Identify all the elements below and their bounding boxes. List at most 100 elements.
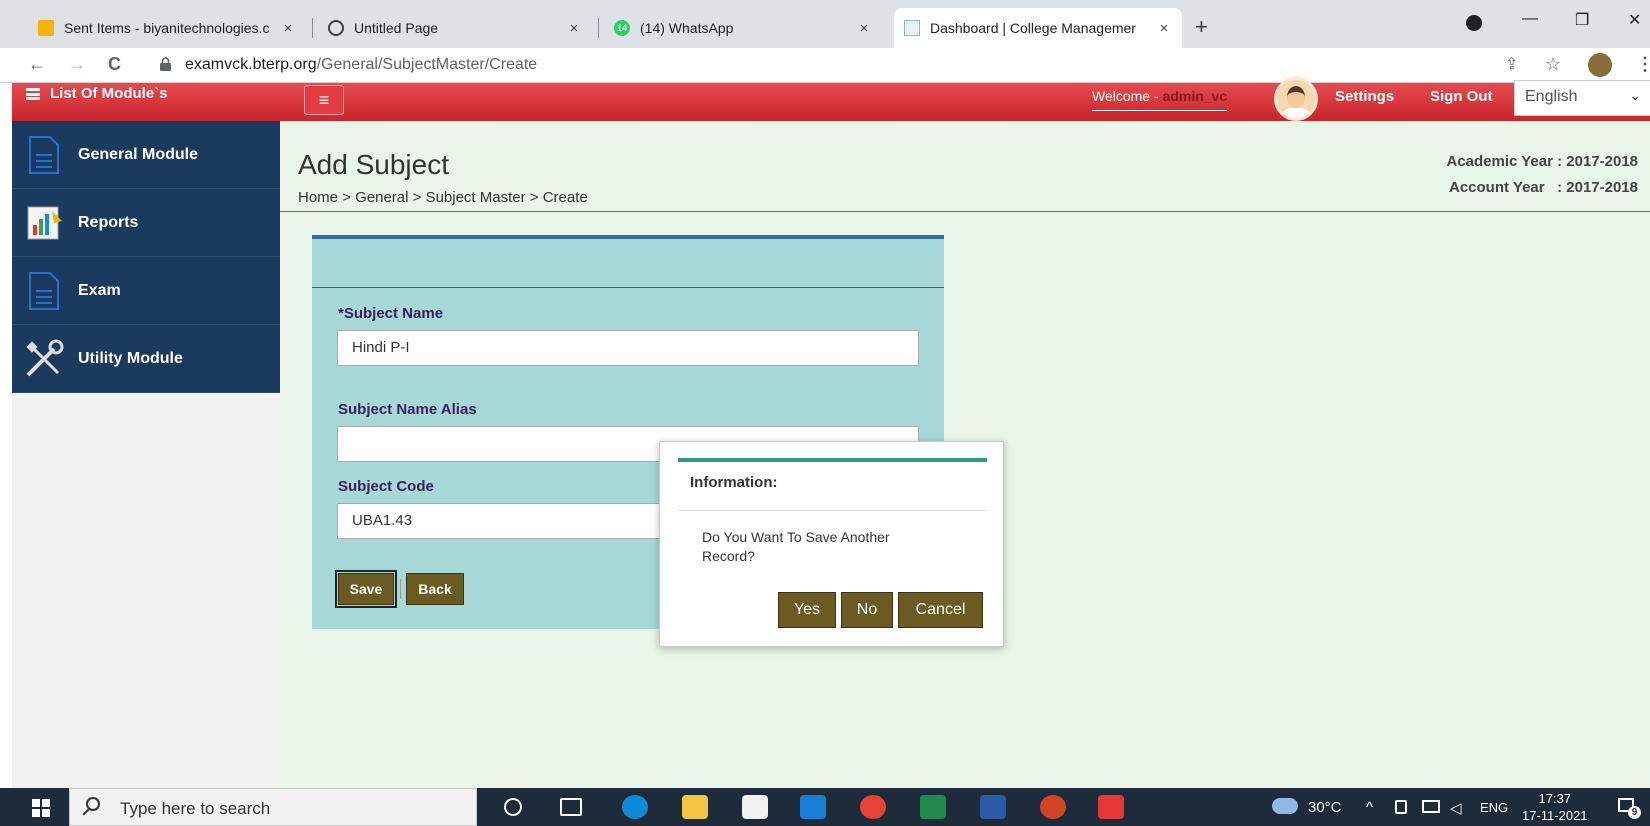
list-icon (26, 87, 40, 100)
mail-app-icon[interactable] (800, 795, 826, 819)
restore-button[interactable]: ❐ (1575, 10, 1589, 30)
form-divider (312, 287, 944, 288)
meet-now-icon[interactable] (1395, 800, 1407, 814)
close-window-button[interactable]: ✕ (1628, 10, 1641, 30)
file-explorer-icon[interactable] (682, 795, 708, 819)
tab-dashboard[interactable]: Dashboard | College Managemer × (894, 8, 1182, 48)
word-icon[interactable] (980, 795, 1006, 819)
back-button[interactable]: Back (406, 573, 464, 605)
forward-icon[interactable]: → (68, 54, 86, 75)
sidebar-item-general-module[interactable]: General Module (12, 121, 280, 189)
profile-avatar-icon[interactable] (1588, 53, 1612, 77)
tab-title: (14) WhatsApp (640, 20, 734, 36)
back-icon[interactable]: ← (28, 54, 46, 75)
sidebar-item-label: Reports (78, 213, 139, 231)
close-tab-icon[interactable]: × (1156, 20, 1172, 37)
tab-title: Dashboard | College Managemer (930, 20, 1136, 36)
report-chart-icon (27, 206, 62, 239)
close-tab-icon[interactable]: × (856, 20, 872, 37)
clock-date: 17-11-2021 (1522, 808, 1588, 823)
close-tab-icon[interactable]: × (280, 20, 296, 37)
academic-year: Academic Year : 2017-2018 (1446, 153, 1638, 170)
windows-taskbar: Type here to search 30°C ^ ◁ ENG 17:37 1… (0, 788, 1650, 826)
globe-icon (328, 20, 344, 36)
dialog-title: Information: (690, 474, 778, 491)
volume-icon[interactable]: ◁ (1450, 799, 1462, 817)
url-field[interactable]: examvck.bterp.org/General/SubjectMaster/… (185, 56, 537, 74)
tray-caret-icon[interactable]: ^ (1366, 799, 1373, 816)
tab-title: Sent Items - biyanitechnologies.c (64, 20, 270, 36)
reload-icon[interactable]: C (108, 54, 121, 75)
welcome-prefix: Welcome - (1092, 88, 1163, 104)
language-indicator[interactable]: ENG (1480, 800, 1508, 815)
sign-out-link[interactable]: Sign Out (1430, 88, 1493, 105)
task-view-icon[interactable] (560, 798, 582, 816)
dialog-divider (678, 510, 987, 511)
user-avatar[interactable] (1274, 77, 1318, 121)
module-list-toggle[interactable]: List Of Module`s (26, 85, 168, 102)
address-bar: ← → C examvck.bterp.org/General/SubjectM… (0, 48, 1650, 83)
taskbar-search-box[interactable]: Type here to search (69, 788, 477, 826)
lock-icon (160, 57, 171, 71)
weather-cloud-icon[interactable] (1272, 798, 1298, 814)
sidebar-item-label: Utility Module (78, 349, 183, 367)
document-icon (29, 271, 59, 310)
sidebar-item-reports[interactable]: Reports (12, 189, 280, 257)
url-path: /General/SubjectMaster/Create (316, 56, 538, 73)
tab-sent-items[interactable]: Sent Items - biyanitechnologies.c × (28, 8, 306, 48)
minimize-button[interactable]: — (1522, 10, 1538, 28)
tab-title: Untitled Page (354, 20, 439, 36)
notification-icon[interactable]: 9 (1618, 796, 1641, 819)
close-tab-icon[interactable]: × (566, 20, 582, 37)
store-icon[interactable] (742, 795, 768, 819)
tab-untitled-page[interactable]: Untitled Page × (318, 8, 592, 48)
kebab-menu-icon[interactable]: ⋮ (1636, 54, 1650, 75)
whatsapp-icon: 14 (614, 20, 630, 36)
taskbar-search-placeholder: Type here to search (120, 799, 271, 818)
tools-icon (26, 339, 64, 376)
subject-name-input[interactable]: Hindi P-I (337, 330, 919, 366)
taskbar-clock[interactable]: 17:37 17-11-2021 (1522, 790, 1588, 824)
app-header: List Of Module`s ≡ Welcome - admin_vc Se… (12, 77, 1650, 121)
language-select[interactable]: English ⌄ (1514, 80, 1650, 116)
no-button[interactable]: No (841, 592, 893, 628)
cortana-icon[interactable] (504, 798, 522, 816)
confirm-dialog: Information: Do You Want To Save Another… (659, 441, 1004, 647)
sidebar-item-label: Exam (78, 281, 121, 299)
powerpoint-icon[interactable] (1040, 795, 1066, 819)
chrome-icon[interactable] (860, 795, 886, 819)
network-icon[interactable] (1422, 800, 1440, 813)
dialog-message: Do You Want To Save Another Record? (702, 529, 890, 564)
account-year: Account Year : 2017-2018 (1449, 179, 1638, 196)
excel-icon[interactable] (920, 795, 946, 819)
settings-link[interactable]: Settings (1335, 88, 1394, 105)
tab-whatsapp[interactable]: 14 (14) WhatsApp × (604, 8, 882, 48)
browser-tab-strip: Sent Items - biyanitechnologies.c × Unti… (0, 0, 1650, 48)
url-host: examvck.bterp.org (185, 56, 317, 73)
subject-alias-label: Subject Name Alias (338, 401, 477, 418)
sidebar-item-exam[interactable]: Exam (12, 257, 280, 325)
windows-start-icon[interactable] (32, 799, 50, 817)
dialog-accent-bar (678, 458, 987, 462)
button-separator (400, 579, 401, 599)
username: admin_vc (1162, 88, 1228, 104)
page-icon (904, 20, 920, 36)
anydesk-icon[interactable] (1098, 795, 1124, 819)
header-divider (280, 211, 1650, 212)
save-button[interactable]: Save (335, 570, 397, 608)
sidebar-item-utility-module[interactable]: Utility Module (12, 325, 280, 393)
subject-code-label: Subject Code (338, 478, 434, 495)
year-info: Academic Year : 2017-2018 Account Year :… (1446, 149, 1638, 201)
cancel-button[interactable]: Cancel (898, 592, 983, 628)
temperature[interactable]: 30°C (1308, 799, 1342, 816)
edge-icon[interactable] (622, 795, 648, 819)
mail-icon (38, 20, 54, 36)
yes-button[interactable]: Yes (778, 592, 836, 628)
tab-search-icon[interactable] (1466, 15, 1482, 31)
bookmark-star-icon[interactable]: ☆ (1545, 54, 1561, 75)
hamburger-menu-button[interactable]: ≡ (304, 85, 344, 115)
new-tab-button[interactable]: + (1195, 14, 1208, 40)
module-list-label: List Of Module`s (50, 85, 168, 102)
clock-time: 17:37 (1538, 791, 1572, 806)
share-icon[interactable]: ⇪ (1505, 54, 1518, 74)
